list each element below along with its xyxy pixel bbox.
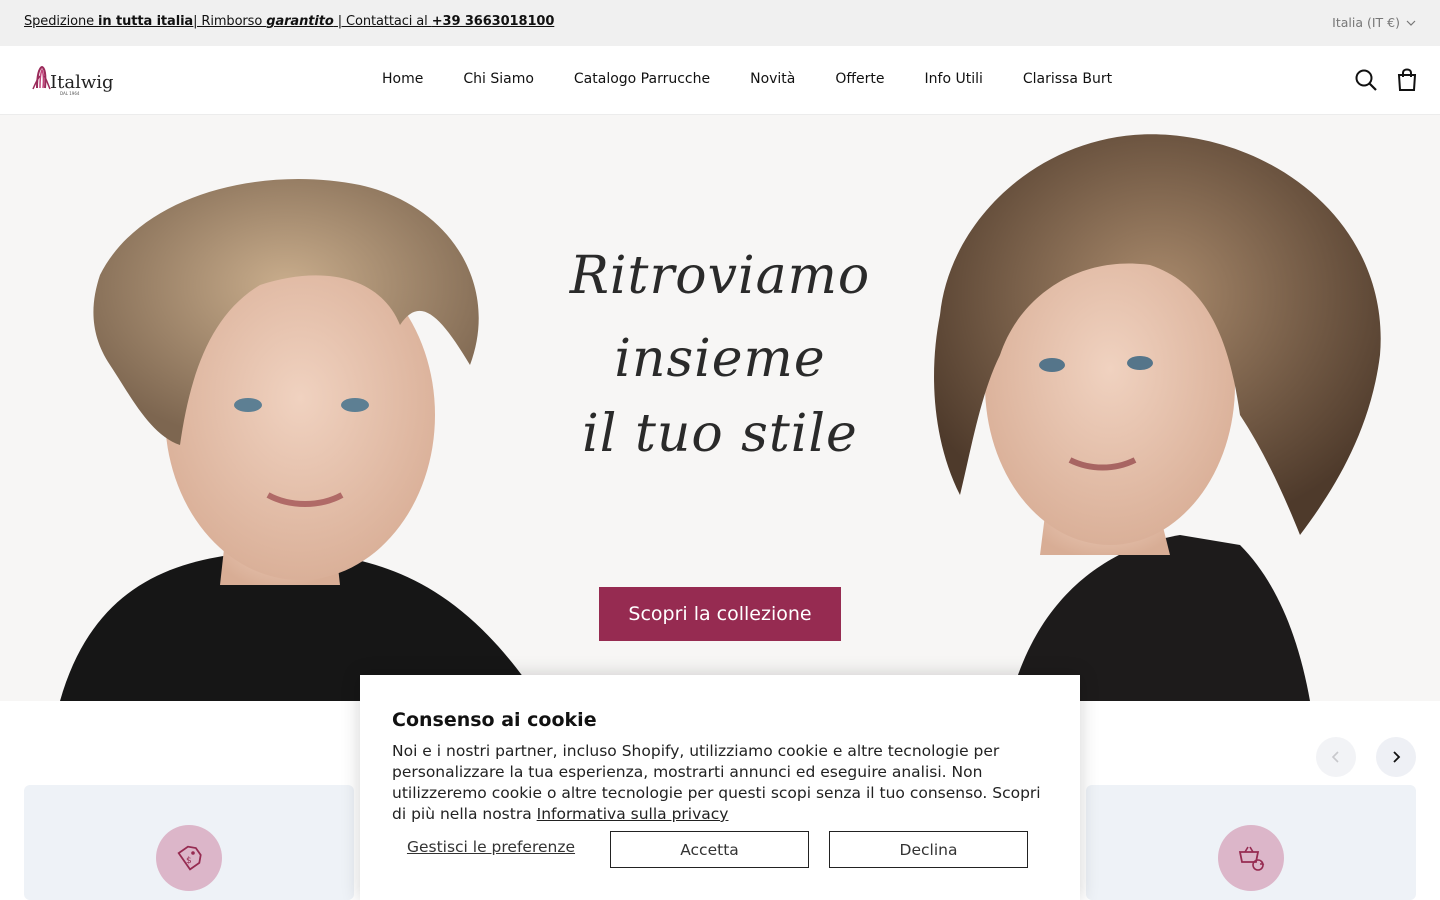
announcement-phone: +39 3663018100 bbox=[431, 14, 555, 29]
privacy-policy-link[interactable]: Informativa sulla privacy bbox=[537, 805, 729, 823]
nav-novita[interactable]: Novità bbox=[750, 71, 795, 87]
hero-title-line2: il tuo stile bbox=[582, 404, 858, 465]
feature-icon-circle bbox=[1218, 825, 1284, 891]
hero-banner: Ritroviamo insieme il tuo stile Scopri l… bbox=[0, 115, 1440, 701]
svg-text:DAL 1964: DAL 1964 bbox=[60, 91, 80, 96]
announcement-text-1: Spedizione bbox=[24, 14, 99, 29]
manage-preferences-link[interactable]: Gestisci le preferenze bbox=[392, 838, 590, 856]
cookie-title: Consenso ai cookie bbox=[392, 709, 597, 731]
country-selector-label: Italia (IT €) bbox=[1332, 15, 1400, 30]
nav-info-utili[interactable]: Info Utili bbox=[925, 71, 983, 87]
announcement-text-3: | Rimborso bbox=[193, 14, 267, 29]
nav-home[interactable]: Home bbox=[382, 71, 423, 87]
nav-clarissa-burt[interactable]: Clarissa Burt bbox=[1023, 71, 1112, 87]
announcement-link[interactable]: Spedizione in tutta italia| Rimborso gar… bbox=[24, 14, 554, 29]
svg-text:$: $ bbox=[186, 856, 192, 866]
country-selector[interactable]: Italia (IT €) bbox=[1332, 15, 1416, 30]
feature-card-returns bbox=[1086, 785, 1416, 900]
site-header: Italwig DAL 1964 Home Chi Siamo Catalogo… bbox=[0, 46, 1440, 115]
cookie-message: Noi e i nostri partner, incluso Shopify,… bbox=[392, 741, 1052, 825]
slider-prev-button[interactable] bbox=[1316, 737, 1356, 777]
svg-text:Italwig: Italwig bbox=[50, 72, 114, 93]
slider-next-button[interactable] bbox=[1376, 737, 1416, 777]
price-tag-icon: $ bbox=[177, 845, 202, 871]
accept-cookies-button[interactable]: Accetta bbox=[610, 831, 809, 868]
chevron-right-icon bbox=[1393, 751, 1401, 763]
search-button[interactable] bbox=[1354, 68, 1378, 92]
nav-chi-siamo[interactable]: Chi Siamo bbox=[463, 71, 534, 87]
hero-title-line1: Ritroviamo insieme bbox=[569, 246, 871, 390]
chevron-left-icon bbox=[1331, 751, 1339, 763]
chevron-down-icon bbox=[1406, 20, 1416, 26]
announcement-bar: Spedizione in tutta italia| Rimborso gar… bbox=[0, 0, 1440, 46]
basket-refresh-icon bbox=[1238, 846, 1265, 871]
discover-collection-button[interactable]: Scopri la collezione bbox=[599, 587, 841, 641]
italwig-logo-icon: Italwig DAL 1964 bbox=[32, 65, 114, 96]
nav-catalogo-parrucche[interactable]: Catalogo Parrucche bbox=[574, 71, 710, 87]
feature-icon-circle: $ bbox=[156, 825, 222, 891]
nav-offerte[interactable]: Offerte bbox=[835, 71, 884, 87]
decline-cookies-button[interactable]: Declina bbox=[829, 831, 1028, 868]
site-logo[interactable]: Italwig DAL 1964 bbox=[30, 64, 120, 98]
announcement-text-4: garantito bbox=[266, 14, 334, 29]
announcement-text-5: | Contattaci al bbox=[333, 14, 432, 29]
hero-title: Ritroviamo insieme il tuo stile bbox=[470, 235, 970, 469]
search-icon bbox=[1355, 69, 1377, 91]
feature-card-price: $ bbox=[24, 785, 354, 900]
cart-button[interactable] bbox=[1396, 68, 1420, 92]
main-nav: Home Chi Siamo Catalogo Parrucche Novità… bbox=[382, 71, 1112, 87]
shopping-bag-icon bbox=[1397, 68, 1417, 91]
cookie-consent-banner: Consenso ai cookie Noi e i nostri partne… bbox=[360, 675, 1080, 900]
announcement-text-2: in tutta italia bbox=[98, 14, 194, 29]
